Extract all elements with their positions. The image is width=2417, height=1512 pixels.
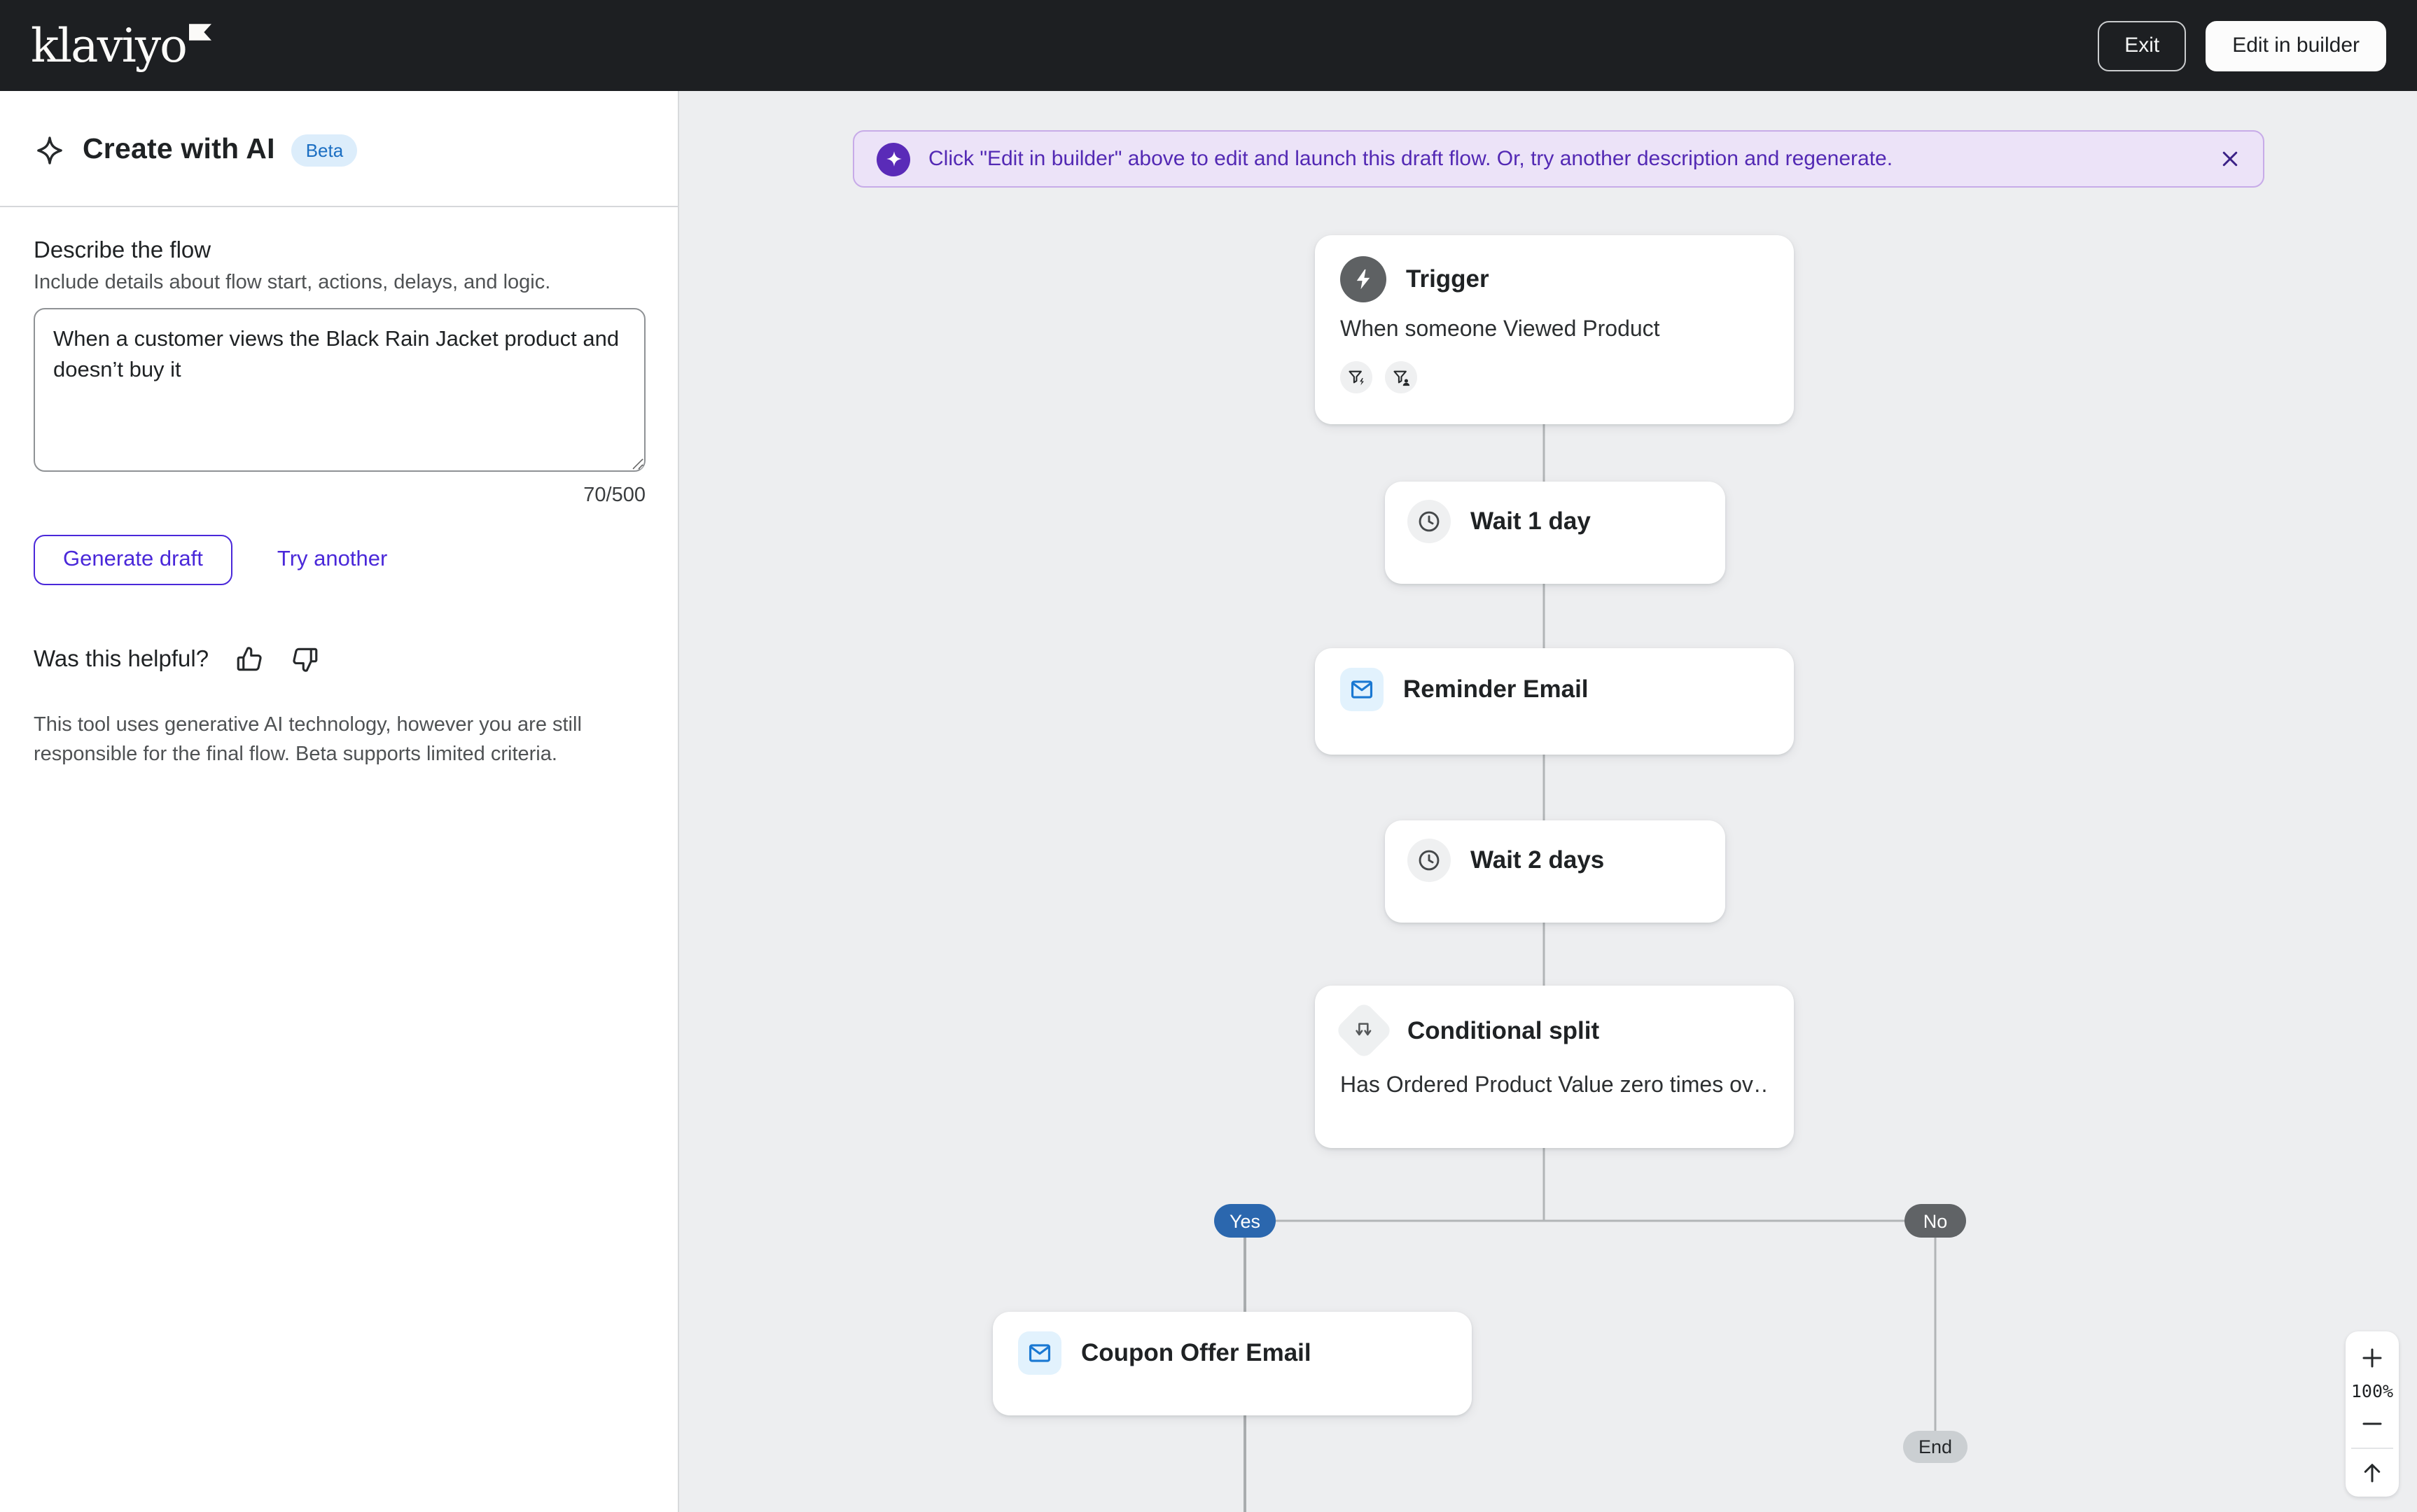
no-branch-pill: No [1904, 1204, 1966, 1238]
zoom-panel-divider [2351, 1448, 2393, 1449]
generate-draft-button[interactable]: Generate draft [34, 535, 232, 585]
profile-filter-icon[interactable] [1385, 361, 1417, 393]
scroll-to-top-button[interactable] [2346, 1456, 2399, 1490]
create-with-ai-panel: Create with AI Beta Describe the flow In… [0, 91, 679, 1512]
wait-1-day-title: Wait 1 day [1470, 507, 1591, 535]
conditional-split-node[interactable]: Conditional split Has Ordered Product Va… [1315, 986, 1794, 1148]
panel-body: Describe the flow Include details about … [0, 207, 678, 801]
reminder-email-node[interactable]: Reminder Email [1315, 648, 1794, 755]
yes-branch-pill: Yes [1214, 1204, 1276, 1238]
sparkle-icon [37, 136, 62, 164]
describe-flow-label: Describe the flow [34, 238, 211, 263]
trigger-filter-icon[interactable] [1340, 361, 1372, 393]
klaviyo-flag-icon [188, 24, 211, 41]
wait-1-day-node[interactable]: Wait 1 day [1385, 482, 1725, 584]
coupon-offer-email-title: Coupon Offer Email [1081, 1338, 1311, 1366]
arrow-up-icon [2364, 1464, 2381, 1483]
flow-description-input[interactable]: When a customer views the Black Rain Jac… [34, 308, 646, 472]
thumbs-up-icon [237, 647, 262, 671]
zoom-out-button[interactable] [2346, 1407, 2399, 1441]
reminder-email-title: Reminder Email [1403, 675, 1589, 703]
feedback-row: Was this helpful? [34, 644, 644, 675]
beta-badge: Beta [291, 134, 358, 166]
panel-title: Create with AI [83, 133, 275, 165]
zoom-in-button[interactable] [2346, 1341, 2399, 1375]
klaviyo-logo: klaviyo [31, 22, 211, 69]
character-counter: 70/500 [583, 484, 646, 507]
klaviyo-wordmark: klaviyo [31, 18, 188, 73]
email-icon [1340, 668, 1384, 711]
end-pill: End [1903, 1431, 1967, 1463]
email-icon [1018, 1331, 1061, 1375]
feedback-question: Was this helpful? [34, 646, 209, 671]
clock-icon [1407, 500, 1451, 543]
edit-in-builder-button[interactable]: Edit in builder [2206, 20, 2386, 71]
panel-header: Create with AI Beta [0, 91, 678, 207]
conditional-split-title: Conditional split [1407, 1016, 1600, 1044]
draft-notice-banner: Click "Edit in builder" above to edit an… [853, 130, 2264, 188]
flow-canvas[interactable]: Click "Edit in builder" above to edit an… [679, 91, 2417, 1512]
close-icon [2222, 151, 2238, 167]
canvas-zoom-controls: 100% [2346, 1331, 2399, 1497]
wait-2-days-title: Wait 2 days [1470, 846, 1605, 874]
coupon-offer-email-node[interactable]: Coupon Offer Email [993, 1312, 1472, 1415]
lightning-icon [1340, 256, 1386, 302]
banner-message: Click "Edit in builder" above to edit an… [928, 147, 1893, 171]
thumbs-up-button[interactable] [234, 644, 265, 675]
exit-button[interactable]: Exit [2098, 20, 2187, 71]
minus-icon [2362, 1422, 2382, 1425]
ai-disclaimer: This tool uses generative AI technology,… [34, 714, 582, 766]
top-bar: klaviyo Exit Edit in builder [0, 0, 2417, 91]
thumbs-down-icon [293, 648, 318, 672]
describe-flow-helper: Include details about flow start, action… [34, 272, 551, 294]
thumbs-down-button[interactable] [290, 644, 321, 675]
ai-sparkle-badge-icon [877, 142, 910, 176]
clock-icon [1407, 839, 1451, 882]
banner-close-button[interactable] [2220, 148, 2241, 169]
plus-icon [2362, 1348, 2382, 1368]
conditional-split-condition: Has Ordered Product Value zero times ov… [1340, 1074, 1769, 1098]
zoom-level-label: 100% [2350, 1380, 2394, 1401]
action-row: Generate draft Try another [34, 535, 644, 585]
app-window: klaviyo Exit Edit in builder Create with… [0, 0, 2417, 1512]
try-another-link[interactable]: Try another [277, 547, 387, 573]
trigger-node[interactable]: Trigger When someone Viewed Product [1315, 235, 1794, 424]
trigger-description: When someone Viewed Product [1340, 318, 1660, 342]
trigger-filter-chips [1340, 361, 1769, 393]
wait-2-days-node[interactable]: Wait 2 days [1385, 820, 1725, 923]
conditional-split-icon [1334, 1000, 1394, 1060]
trigger-title: Trigger [1406, 265, 1489, 293]
